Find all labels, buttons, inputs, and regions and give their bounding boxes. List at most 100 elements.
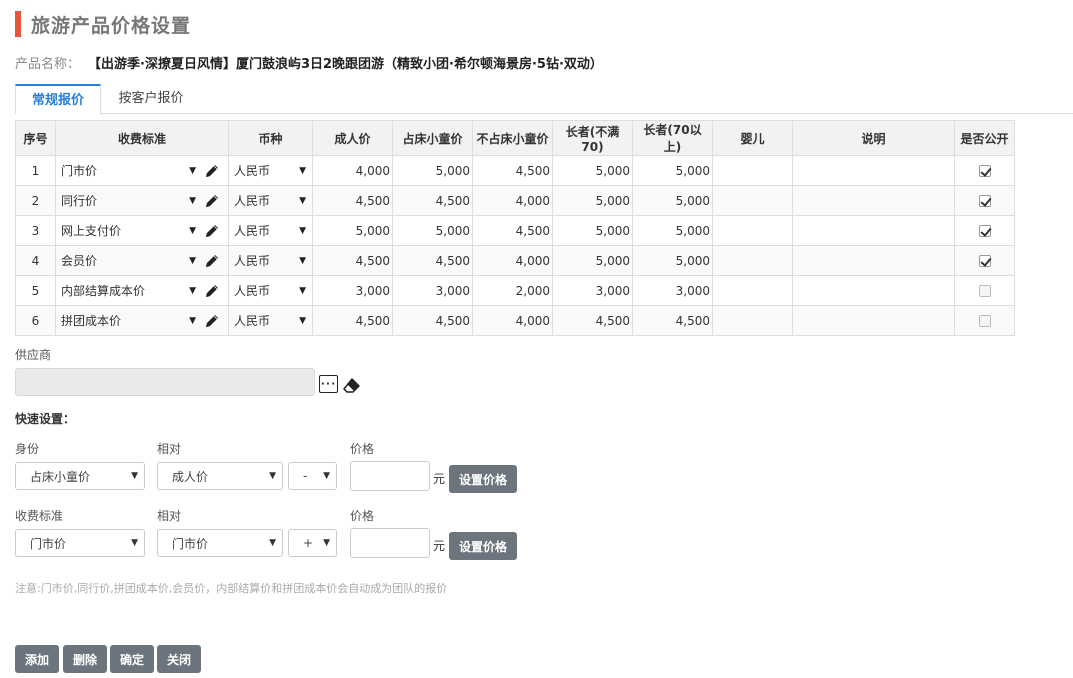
senior-gt70-price[interactable]: 5,000 <box>632 215 713 246</box>
adult-price[interactable]: 4,000 <box>312 155 393 186</box>
standard-select-cell[interactable]: 同行价 ▼ <box>55 185 229 216</box>
pencil-icon[interactable] <box>204 193 220 209</box>
eraser-icon[interactable] <box>343 377 361 393</box>
standard-select-cell[interactable]: 会员价 ▼ <box>55 245 229 276</box>
standard-select-cell[interactable]: 网上支付价 ▼ <box>55 215 229 246</box>
child-bed-price[interactable]: 5,000 <box>392 155 473 186</box>
infant-price[interactable] <box>712 305 793 336</box>
public-checkbox-cell[interactable] <box>954 215 1015 246</box>
row-note[interactable] <box>792 245 955 276</box>
senior-lt70-price[interactable]: 5,000 <box>552 155 633 186</box>
adult-price[interactable]: 4,500 <box>312 305 393 336</box>
senior-gt70-price[interactable]: 3,000 <box>632 275 713 306</box>
currency-select-cell[interactable]: 人民币 ▼ <box>228 275 313 306</box>
child-nobed-price[interactable]: 4,500 <box>472 155 553 186</box>
operator-select-2-value: + <box>303 536 314 550</box>
senior-gt70-price[interactable]: 5,000 <box>632 185 713 216</box>
tab-regular-price[interactable]: 常规报价 <box>15 84 101 115</box>
child-nobed-price[interactable]: 4,000 <box>472 245 553 276</box>
senior-gt70-price[interactable]: 4,500 <box>632 305 713 336</box>
infant-price[interactable] <box>712 275 793 306</box>
senior-lt70-price[interactable]: 5,000 <box>552 245 633 276</box>
supplier-input[interactable] <box>15 368 315 396</box>
chevron-down-icon: ▼ <box>189 255 196 266</box>
currency-select-cell[interactable]: 人民币 ▼ <box>228 305 313 336</box>
standard-select-value: 拼团成本价 <box>61 314 122 328</box>
row-no: 1 <box>15 155 56 186</box>
operator-select-1[interactable]: - ▼ <box>288 462 337 490</box>
public-checkbox[interactable] <box>978 255 991 267</box>
child-nobed-price[interactable]: 2,000 <box>472 275 553 306</box>
public-checkbox[interactable] <box>978 165 991 177</box>
adult-price[interactable]: 5,000 <box>312 215 393 246</box>
adult-price[interactable]: 4,500 <box>312 185 393 216</box>
currency-select-value: 人民币 <box>234 164 271 178</box>
chevron-down-icon: ▼ <box>299 255 306 266</box>
public-checkbox-cell[interactable] <box>954 245 1015 276</box>
currency-select-cell[interactable]: 人民币 ▼ <box>228 245 313 276</box>
child-bed-price[interactable]: 4,500 <box>392 305 473 336</box>
child-bed-price[interactable]: 5,000 <box>392 215 473 246</box>
child-bed-price[interactable]: 3,000 <box>392 275 473 306</box>
public-checkbox-cell[interactable] <box>954 275 1015 306</box>
operator-select-2[interactable]: + ▼ <box>288 529 337 557</box>
row-note[interactable] <box>792 155 955 186</box>
public-checkbox[interactable] <box>978 285 991 297</box>
identity-select[interactable]: 占床小童价 ▼ <box>15 462 145 490</box>
row-note[interactable] <box>792 185 955 216</box>
price-input-1[interactable] <box>350 461 430 491</box>
row-note[interactable] <box>792 275 955 306</box>
pencil-icon[interactable] <box>204 313 220 329</box>
adult-price[interactable]: 4,500 <box>312 245 393 276</box>
child-nobed-price[interactable]: 4,000 <box>472 185 553 216</box>
more-options-button[interactable]: ··· <box>319 375 338 393</box>
pencil-icon[interactable] <box>204 253 220 269</box>
currency-select-cell[interactable]: 人民币 ▼ <box>228 215 313 246</box>
public-checkbox[interactable] <box>978 195 991 207</box>
public-checkbox[interactable] <box>978 225 991 237</box>
row-note[interactable] <box>792 305 955 336</box>
child-bed-price[interactable]: 4,500 <box>392 245 473 276</box>
add-button[interactable]: 添加 <box>15 645 59 673</box>
pencil-icon[interactable] <box>204 163 220 179</box>
price-input-2[interactable] <box>350 528 430 558</box>
public-checkbox-cell[interactable] <box>954 185 1015 216</box>
public-checkbox-cell[interactable] <box>954 155 1015 186</box>
public-checkbox[interactable] <box>978 315 991 327</box>
relative-select-1[interactable]: 成人价 ▼ <box>157 462 283 490</box>
senior-lt70-price[interactable]: 5,000 <box>552 185 633 216</box>
standard-select-cell[interactable]: 内部结算成本价 ▼ <box>55 275 229 306</box>
standard-select[interactable]: 门市价 ▼ <box>15 529 145 557</box>
pencil-icon[interactable] <box>204 283 220 299</box>
senior-gt70-price[interactable]: 5,000 <box>632 245 713 276</box>
pencil-icon[interactable] <box>204 223 220 239</box>
infant-price[interactable] <box>712 155 793 186</box>
set-price-button-2[interactable]: 设置价格 <box>449 532 517 560</box>
senior-lt70-price[interactable]: 3,000 <box>552 275 633 306</box>
adult-price[interactable]: 3,000 <box>312 275 393 306</box>
row-note[interactable] <box>792 215 955 246</box>
senior-gt70-price[interactable]: 5,000 <box>632 155 713 186</box>
currency-select-cell[interactable]: 人民币 ▼ <box>228 185 313 216</box>
tab-customer-price[interactable]: 按客户报价 <box>101 84 201 115</box>
delete-button[interactable]: 删除 <box>63 645 107 673</box>
infant-price[interactable] <box>712 185 793 216</box>
currency-select-cell[interactable]: 人民币 ▼ <box>228 155 313 186</box>
standard-select-cell[interactable]: 拼团成本价 ▼ <box>55 305 229 336</box>
infant-price[interactable] <box>712 245 793 276</box>
senior-lt70-price[interactable]: 4,500 <box>552 305 633 336</box>
public-checkbox-cell[interactable] <box>954 305 1015 336</box>
relative-select-2[interactable]: 门市价 ▼ <box>157 529 283 557</box>
confirm-button[interactable]: 确定 <box>110 645 154 673</box>
child-nobed-price[interactable]: 4,500 <box>472 215 553 246</box>
standard-select-value: 门市价 <box>61 164 98 178</box>
infant-price[interactable] <box>712 215 793 246</box>
page-header: 旅游产品价格设置 <box>15 10 191 38</box>
close-button[interactable]: 关闭 <box>157 645 201 673</box>
set-price-button-1[interactable]: 设置价格 <box>449 465 517 493</box>
child-bed-price[interactable]: 4,500 <box>392 185 473 216</box>
child-nobed-price[interactable]: 4,000 <box>472 305 553 336</box>
standard-select-cell[interactable]: 门市价 ▼ <box>55 155 229 186</box>
standard-select-value: 内部结算成本价 <box>61 284 146 298</box>
senior-lt70-price[interactable]: 5,000 <box>552 215 633 246</box>
